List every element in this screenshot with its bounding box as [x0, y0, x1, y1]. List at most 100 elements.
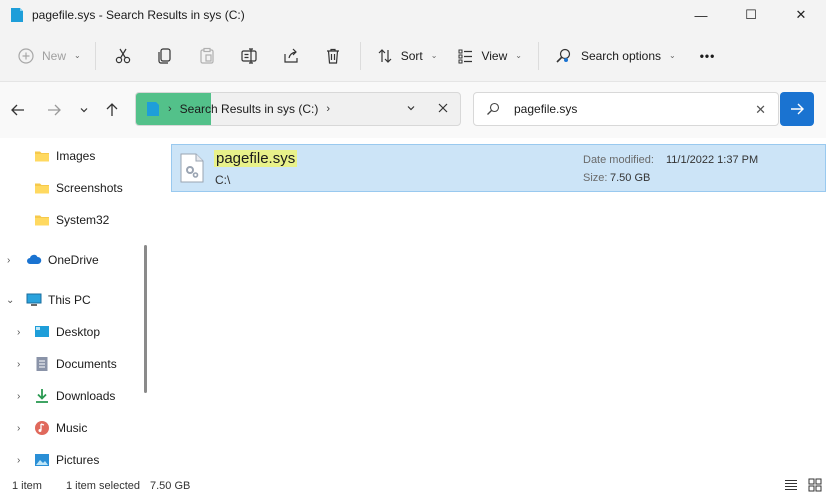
share-button[interactable] — [270, 40, 312, 72]
sidebar-item-system32[interactable]: System32 — [0, 206, 150, 234]
separator — [359, 41, 361, 70]
close-button[interactable]: ✕ — [776, 0, 826, 30]
computer-icon — [26, 293, 42, 306]
tiles-view-icon[interactable] — [808, 478, 822, 492]
arrow-right-icon — [791, 103, 804, 115]
sidebar-item-screenshots[interactable]: Screenshots — [0, 174, 150, 202]
title-bar: pagefile.sys - Search Results in sys (C:… — [0, 0, 826, 30]
chevron-down-icon: ⌄ — [74, 51, 81, 60]
clipboard-icon — [200, 47, 214, 64]
sidebar-item-this-pc[interactable]: ⌄ This PC — [0, 286, 150, 314]
up-button[interactable] — [102, 100, 122, 120]
window-controls: — ☐ ✕ — [676, 0, 826, 30]
desktop-icon — [35, 326, 49, 337]
size-label: Size: — [583, 172, 608, 184]
delete-button[interactable] — [312, 40, 354, 72]
sidebar-item-label: Music — [56, 421, 88, 435]
chevron-right-icon[interactable]: › — [17, 327, 20, 338]
cloud-icon — [27, 254, 42, 264]
status-bar: 1 item 1 item selected 7.50 GB — [0, 476, 826, 495]
file-path: C:\ — [215, 173, 231, 187]
sidebar-item-images[interactable]: Images — [0, 142, 150, 170]
sidebar-item-music[interactable]: › Music — [0, 414, 150, 442]
share-icon — [284, 48, 298, 63]
more-options-button[interactable]: ••• — [686, 40, 730, 72]
arrow-up-icon — [106, 103, 118, 116]
search-go-button[interactable] — [780, 92, 814, 126]
breadcrumb-chevron-icon[interactable]: › — [326, 103, 330, 115]
sidebar-item-onedrive[interactable]: › OneDrive — [0, 246, 150, 274]
view-list-icon — [458, 49, 473, 63]
chevron-right-icon[interactable]: › — [17, 359, 20, 370]
cut-button[interactable] — [102, 40, 144, 72]
downloads-icon — [36, 389, 48, 403]
chevron-down-icon: ⌄ — [669, 51, 676, 60]
trash-icon — [326, 48, 339, 64]
recent-locations-button[interactable] — [74, 100, 94, 120]
breadcrumb-location[interactable]: Search Results in sys (C:) — [180, 102, 319, 116]
chevron-right-icon[interactable]: › — [17, 455, 20, 466]
file-icon — [11, 8, 23, 22]
system-file-icon — [180, 153, 204, 183]
chevron-right-icon[interactable]: › — [17, 423, 20, 434]
chevron-down-icon — [80, 108, 88, 113]
arrow-left-icon — [11, 104, 24, 116]
chevron-right-icon[interactable]: › — [17, 391, 20, 402]
sidebar-item-label: Documents — [56, 357, 117, 371]
sort-icon — [378, 48, 392, 63]
address-dropdown-icon[interactable] — [406, 103, 416, 115]
address-row: › Search Results in sys (C:) › ✕ — [0, 82, 826, 138]
folder-icon — [35, 215, 49, 226]
sidebar-item-label: Screenshots — [56, 181, 123, 195]
pictures-icon — [35, 454, 49, 466]
sidebar-item-pictures[interactable]: › Pictures — [0, 446, 150, 474]
view-button[interactable]: View ⌄ — [447, 40, 532, 72]
date-modified-value: 11/1/2022 1:37 PM — [666, 154, 759, 166]
minimize-button[interactable]: — — [676, 0, 726, 30]
command-bar: New ⌄ Sort ⌄ View ⌄ Search options ⌄ ••• — [0, 30, 826, 82]
search-result-item[interactable]: pagefile.sys C:\ Date modified: 11/1/202… — [171, 144, 826, 192]
folder-icon — [35, 151, 49, 162]
folder-icon — [35, 183, 49, 194]
rename-button[interactable] — [228, 40, 270, 72]
documents-icon — [36, 357, 48, 371]
forward-button[interactable] — [44, 100, 64, 120]
sort-label: Sort — [400, 48, 423, 63]
sidebar-scrollbar[interactable] — [144, 245, 147, 393]
sidebar-item-label: Downloads — [56, 389, 116, 403]
chevron-right-icon[interactable]: › — [7, 255, 10, 266]
sort-button[interactable]: Sort ⌄ — [367, 40, 448, 72]
selection-count: 1 item selected — [66, 480, 140, 492]
selection-size: 7.50 GB — [150, 480, 191, 492]
rename-icon — [241, 47, 257, 64]
sidebar-item-documents[interactable]: › Documents — [0, 350, 150, 378]
search-options-label: Search options — [580, 48, 661, 63]
item-count: 1 item — [12, 480, 42, 492]
address-bar[interactable]: › Search Results in sys (C:) › — [135, 92, 461, 126]
plus-circle-icon — [18, 47, 34, 64]
search-options-button[interactable]: Search options ⌄ — [545, 40, 686, 72]
size-value: 7.50 GB — [610, 172, 651, 184]
maximize-button[interactable]: ☐ — [726, 0, 776, 30]
search-box[interactable]: ✕ — [473, 92, 779, 126]
new-button[interactable]: New ⌄ — [10, 40, 89, 72]
search-input[interactable] — [514, 102, 734, 116]
clear-search-icon[interactable]: ✕ — [755, 102, 766, 118]
sidebar-item-label: Desktop — [56, 325, 101, 339]
sidebar-item-downloads[interactable]: › Downloads — [0, 382, 150, 410]
paste-button[interactable] — [186, 40, 228, 72]
copy-button[interactable] — [144, 40, 186, 72]
back-button[interactable] — [8, 100, 28, 120]
stop-icon[interactable] — [436, 101, 450, 118]
separator — [537, 41, 539, 70]
arrow-right-icon — [48, 104, 61, 116]
sidebar-item-label: Pictures — [56, 453, 100, 467]
details-view-icon[interactable] — [784, 478, 798, 492]
chevron-down-icon: ⌄ — [430, 51, 438, 60]
chevron-down-icon[interactable]: ⌄ — [6, 295, 14, 306]
navigation-pane: Images Screenshots System32 › OneDrive ⌄… — [0, 138, 155, 476]
scissors-icon — [115, 48, 130, 63]
sidebar-item-desktop[interactable]: › Desktop — [0, 318, 150, 346]
copy-icon — [158, 47, 171, 64]
sidebar-item-label: OneDrive — [48, 253, 99, 267]
